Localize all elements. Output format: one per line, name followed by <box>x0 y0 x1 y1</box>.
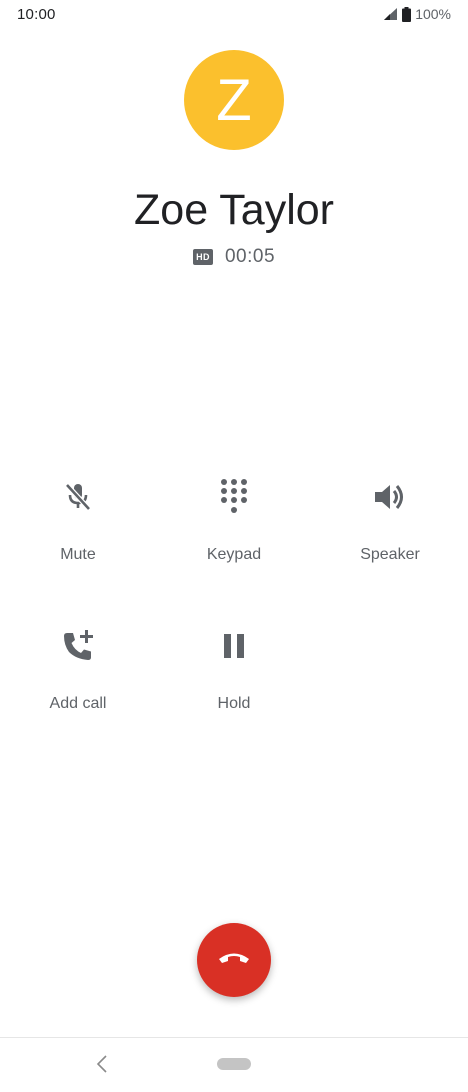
battery-percent: 100% <box>415 6 451 22</box>
add-call-button[interactable]: Add call <box>8 622 148 713</box>
call-info: HD 00:05 <box>0 246 468 268</box>
nav-divider <box>0 1037 468 1038</box>
avatar-initial: Z <box>216 67 252 133</box>
keypad-button[interactable]: Keypad <box>164 473 304 564</box>
hold-button[interactable]: Hold <box>164 622 304 713</box>
contact-avatar: Z <box>184 50 284 150</box>
hold-label: Hold <box>217 695 251 712</box>
end-call-icon <box>217 950 251 971</box>
status-icons: 100% <box>383 6 451 22</box>
speaker-icon <box>366 473 414 521</box>
status-bar: 10:00 100% <box>0 0 468 30</box>
end-call-button[interactable] <box>197 923 271 997</box>
status-time: 10:00 <box>17 6 56 23</box>
mic-off-icon <box>54 473 102 521</box>
call-timer: 00:05 <box>224 246 276 267</box>
mute-button[interactable]: Mute <box>8 473 148 564</box>
speaker-button[interactable]: Speaker <box>320 473 460 564</box>
speaker-label: Speaker <box>360 546 420 563</box>
hd-badge: HD <box>192 249 213 265</box>
contact-name: Zoe Taylor <box>134 186 334 234</box>
battery-icon <box>402 6 412 22</box>
back-chevron-icon[interactable] <box>92 1052 112 1076</box>
pause-icon <box>210 622 258 670</box>
add-call-icon <box>54 622 102 670</box>
in-call-screen: 10:00 100% Z Zoe Taylor HD 00:05 Mute Ke… <box>0 0 468 1092</box>
mute-label: Mute <box>60 546 96 563</box>
keypad-label: Keypad <box>206 546 262 563</box>
signal-icon <box>383 7 398 21</box>
add-call-label: Add call <box>49 695 107 712</box>
dialpad-icon <box>210 473 258 521</box>
home-pill-icon[interactable] <box>217 1058 251 1070</box>
